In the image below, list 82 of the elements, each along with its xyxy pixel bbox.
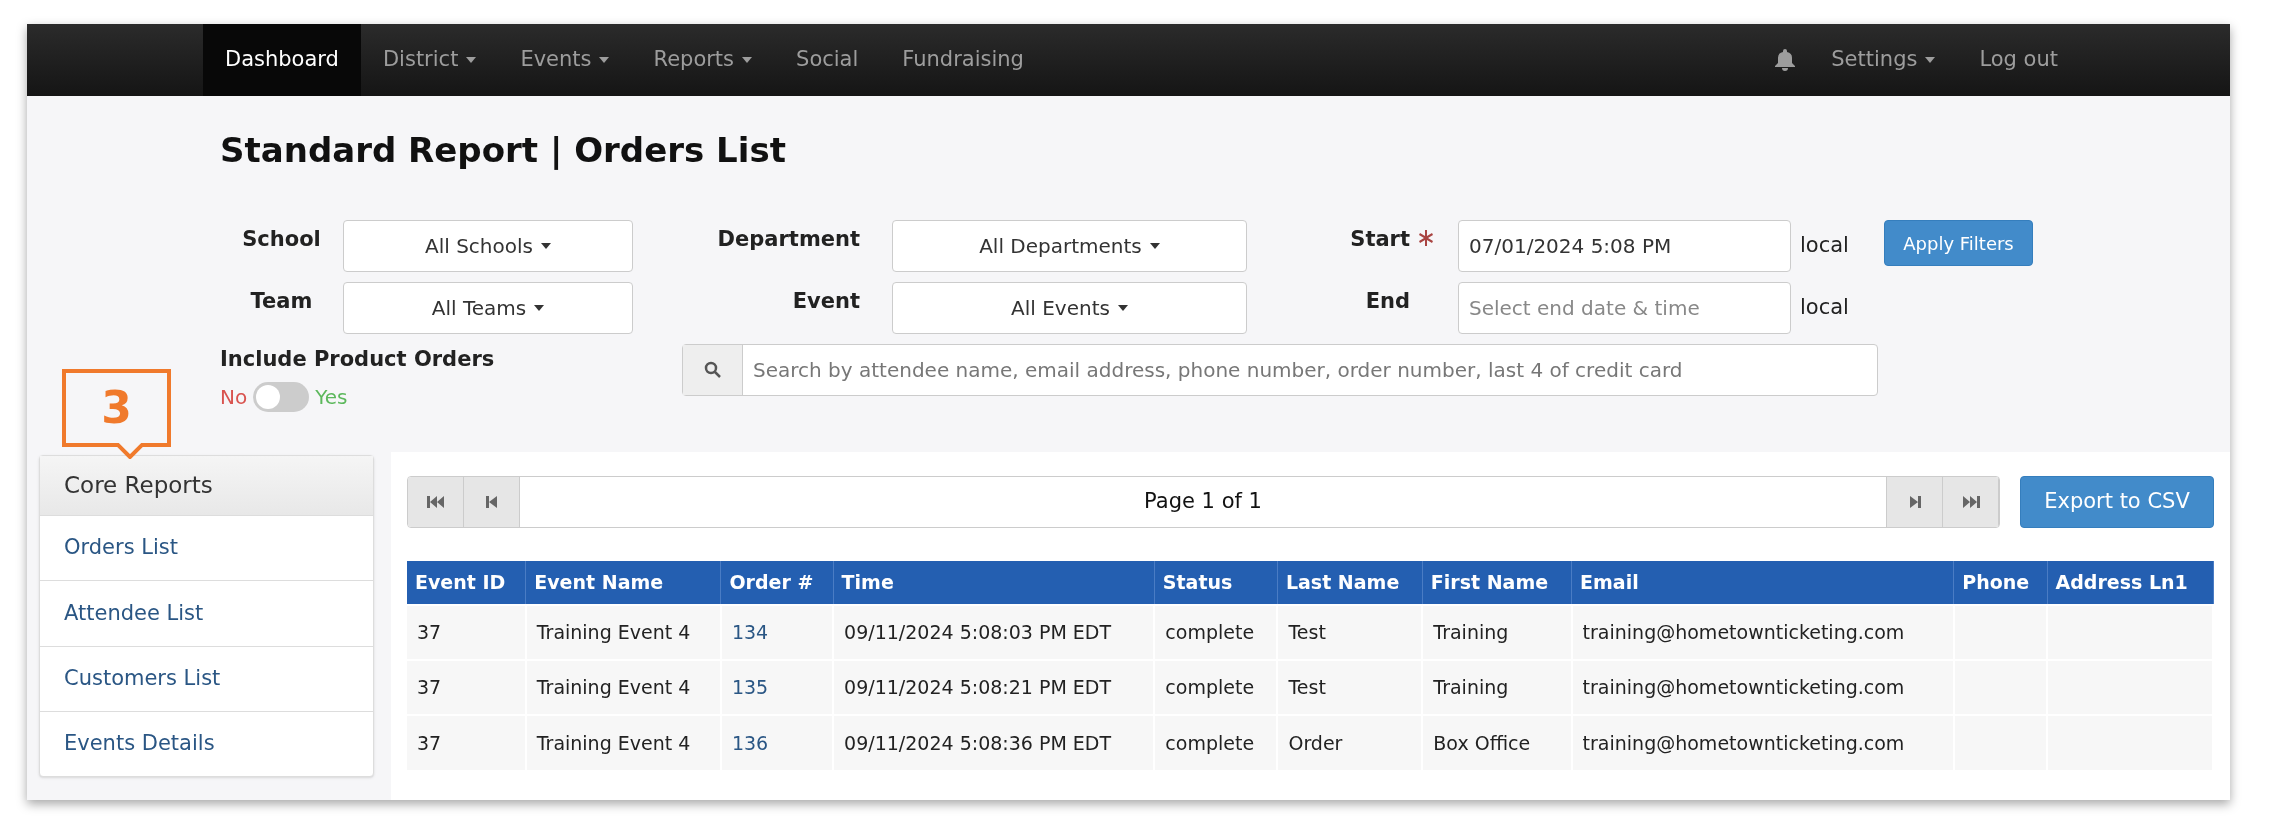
order-link[interactable]: 135 — [731, 676, 769, 699]
date-input-field[interactable]: 07/01/2024 5:08 PM — [1458, 220, 1791, 272]
filter-label: School — [242, 226, 321, 253]
caret-icon — [534, 305, 545, 311]
table-cell: training@hometownticketing.com — [1582, 731, 1905, 754]
table-cell: complete — [1165, 676, 1255, 699]
column-header: Event ID — [407, 561, 526, 605]
page-indicator: Page 1 of 1 — [1144, 488, 1262, 516]
column-header: Phone — [1953, 561, 2048, 605]
table-cell: complete — [1165, 621, 1255, 644]
filter-label: Team — [250, 288, 313, 315]
column-header: First Name — [1422, 561, 1572, 605]
caret-icon — [1149, 243, 1160, 249]
table-cell: 09/11/2024 5:08:21 PM EDT — [844, 676, 1112, 699]
dropdown-button[interactable]: All Schools — [343, 220, 633, 272]
last-page-button[interactable] — [1943, 477, 1999, 527]
table-cell: Training Event 4 — [536, 731, 691, 754]
filter-label: End — [1365, 288, 1410, 315]
column-header: Event Name — [525, 561, 721, 605]
column-header: Time — [833, 561, 1155, 605]
previous-page-button[interactable] — [464, 477, 520, 527]
filter-label: Department — [717, 226, 860, 253]
nav-link[interactable]: Settings — [1809, 24, 1958, 96]
nav-tab[interactable]: Social — [774, 24, 881, 96]
order-link[interactable]: 134 — [731, 621, 769, 644]
nav-link[interactable]: Log out — [1957, 24, 2080, 96]
table-cell: Order — [1288, 731, 1343, 754]
include-orders-label: Include Product Orders — [220, 346, 495, 373]
filter-label: Event — [792, 288, 860, 315]
sidebar-header: Core Reports — [40, 456, 373, 516]
step-number: 3 — [101, 381, 132, 435]
dropdown-button[interactable]: All Events — [892, 282, 1247, 334]
sidebar-link[interactable]: Customers List — [40, 645, 373, 711]
toggle-on-label: Yes — [315, 384, 348, 411]
sidebar-link[interactable]: Events Details — [40, 710, 373, 776]
timezone-label: local — [1800, 232, 1849, 260]
nav-tab[interactable]: Reports — [631, 24, 775, 96]
first-page-button[interactable] — [408, 477, 464, 527]
toggle-off-label: No — [220, 384, 248, 411]
table-cell: Training Event 4 — [536, 621, 691, 644]
toggle-switch[interactable] — [253, 382, 310, 412]
search-icon — [703, 361, 722, 379]
nav-tab[interactable]: Events — [498, 24, 632, 96]
apply-filters-button[interactable]: Apply Filters — [1884, 220, 2033, 266]
table-cell: 37 — [417, 731, 442, 754]
page-title: Standard Report | Orders List — [220, 129, 787, 172]
table-cell: complete — [1165, 731, 1255, 754]
column-header: Address Ln1 — [2047, 561, 2213, 605]
sidebar-link[interactable]: Orders List — [40, 516, 373, 581]
table-cell: 09/11/2024 5:08:36 PM EDT — [844, 731, 1112, 754]
nav-tab[interactable]: Dashboard — [203, 24, 361, 96]
last-page-icon — [1961, 494, 1980, 510]
table-cell: Training — [1433, 621, 1509, 644]
filter-label: Start — [1350, 226, 1410, 253]
table-cell: Training — [1433, 676, 1509, 699]
timezone-label: local — [1800, 294, 1849, 322]
table-cell: 09/11/2024 5:08:03 PM EDT — [844, 621, 1112, 644]
caret-icon — [541, 243, 551, 249]
dropdown-button[interactable]: All Departments — [892, 220, 1247, 272]
table-cell: 37 — [417, 621, 442, 644]
table-cell: 37 — [417, 676, 442, 699]
table-cell: Box Office — [1433, 731, 1531, 754]
date-input-field[interactable]: Select end date & time — [1458, 282, 1791, 334]
sidebar-link[interactable]: Attendee List — [40, 580, 373, 646]
table-cell: Test — [1288, 676, 1326, 699]
first-page-icon — [426, 494, 445, 510]
column-header: Order # — [720, 561, 834, 605]
table-cell: Test — [1288, 621, 1326, 644]
nav-tab[interactable]: Fundraising — [880, 24, 1046, 96]
column-header: Last Name — [1277, 561, 1423, 605]
bell-icon[interactable] — [1775, 49, 1796, 71]
dropdown-button[interactable]: All Teams — [343, 282, 633, 334]
export-csv-button[interactable]: Export to CSV — [2020, 476, 2214, 528]
next-page-button[interactable] — [1887, 477, 1943, 527]
column-header: Email — [1571, 561, 1954, 605]
column-header: Status — [1154, 561, 1278, 605]
order-link[interactable]: 136 — [731, 731, 769, 754]
table-cell: training@hometownticketing.com — [1582, 676, 1905, 699]
table-cell: Training Event 4 — [536, 676, 691, 699]
table-cell: training@hometownticketing.com — [1582, 621, 1905, 644]
caret-icon — [1117, 305, 1128, 311]
nav-tab[interactable]: District — [360, 24, 499, 96]
